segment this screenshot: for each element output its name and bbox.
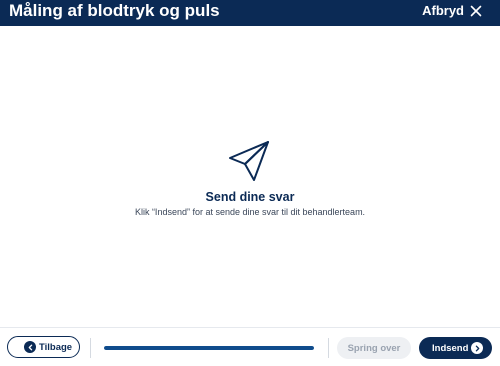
submit-button[interactable]: Indsend <box>419 337 492 359</box>
divider <box>90 338 91 358</box>
progress-bar <box>104 346 314 350</box>
cancel-button[interactable]: Afbryd <box>422 0 482 21</box>
content-title: Send dine svar <box>205 190 295 204</box>
cancel-label: Afbryd <box>422 3 464 18</box>
header-bar: Måling af blodtryk og puls Afbryd <box>0 0 500 26</box>
back-button[interactable]: Tilbage <box>7 336 80 358</box>
paper-plane-icon <box>229 141 269 181</box>
progress-fill <box>104 346 314 350</box>
footer-bar: Tilbage Spring over Indsend <box>0 327 500 366</box>
main-content: Send dine svar Klik “Indsend” for at sen… <box>0 26 500 327</box>
app-window: Måling af blodtryk og puls Afbryd Send d… <box>0 0 500 366</box>
page-title: Måling af blodtryk og puls <box>9 1 220 20</box>
skip-button[interactable]: Spring over <box>337 337 411 359</box>
chevron-left-icon <box>24 341 36 353</box>
back-button-label: Tilbage <box>39 341 73 353</box>
close-icon <box>470 5 482 16</box>
content-description: Klik “Indsend” for at sende dine svar ti… <box>134 207 366 217</box>
submit-button-label: Indsend <box>432 342 469 354</box>
chevron-right-icon <box>471 342 484 354</box>
divider <box>328 338 329 358</box>
